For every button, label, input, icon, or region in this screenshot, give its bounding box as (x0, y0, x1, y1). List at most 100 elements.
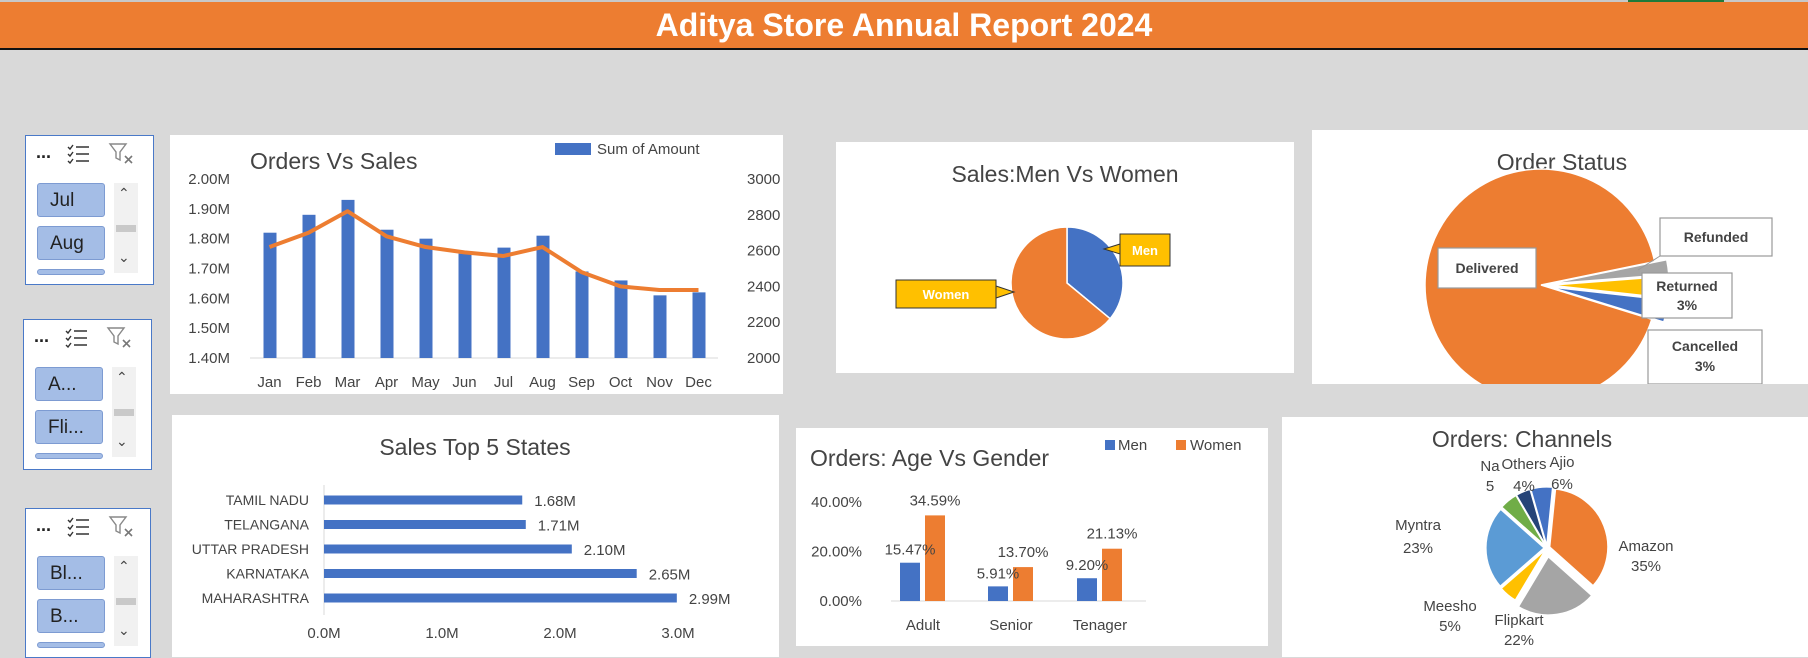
y2-tick-label: 3000 (747, 171, 780, 188)
y-tick-label: 2.00M (188, 171, 230, 188)
legend-swatch (1176, 440, 1186, 450)
data-label: 5% (1439, 618, 1461, 635)
data-label: 2.10M (584, 542, 626, 559)
x-tick-label: 0.0M (307, 625, 340, 642)
slicer-channel[interactable]: ... A... Fli... ⌃ ⌄ (23, 319, 152, 470)
category-label: UTTAR PRADESH (192, 541, 309, 557)
bar (692, 292, 706, 358)
x-tick-label: Feb (296, 374, 322, 391)
bar (324, 544, 572, 554)
chevron-up-icon[interactable]: ⌃ (118, 185, 130, 202)
chart-top5-states[interactable]: Sales Top 5 States TAMIL NADU 1.68M TELANGA… (172, 415, 779, 657)
multiselect-icon[interactable] (66, 142, 92, 164)
multiselect-icon[interactable] (66, 515, 92, 537)
bar (988, 586, 1008, 601)
chart-order-status[interactable]: Order Status Delivered Refunded Returned 3% C… (1312, 130, 1808, 384)
chart-age-vs-gender[interactable]: Orders: Age Vs Gender Men Women 0.00% 20.00%… (796, 428, 1268, 646)
y-tick-label: 1.60M (188, 290, 230, 307)
chevron-up-icon[interactable]: ⌃ (118, 558, 130, 575)
y-tick-label: 1.40M (188, 350, 230, 367)
y-tick-label: 40.00% (811, 494, 862, 511)
slicer-category[interactable]: ... Bl... B... ⌃ ⌄ (25, 508, 151, 658)
data-label: 21.13% (1087, 526, 1138, 543)
y-tick-label: 1.90M (188, 201, 230, 218)
x-tick-label: Tenager (1073, 617, 1127, 634)
data-label: Myntra (1395, 517, 1442, 534)
chart-channels[interactable]: Orders: Channels Amazon 35% Flipkart 22% Mees… (1282, 417, 1808, 657)
category-label: MAHARASHTRA (202, 590, 310, 606)
clear-filter-icon[interactable] (108, 515, 136, 539)
x-tick-label: Jan (257, 374, 281, 391)
data-label: 2.99M (689, 591, 731, 608)
slicer-month[interactable]: ... Jul Aug ⌃ ⌄ (25, 135, 154, 285)
category-label: KARNATAKA (226, 566, 309, 582)
chart-title: Orders: Channels (1432, 426, 1612, 452)
multiselect-icon[interactable] (64, 326, 90, 348)
x-tick-label: Jul (494, 374, 513, 391)
report-banner: Aditya Store Annual Report 2024 (0, 2, 1808, 50)
data-label: 15.47% (885, 542, 936, 559)
data-label: Refunded (1684, 229, 1749, 245)
bar (324, 593, 677, 603)
x-tick-label: 2.0M (543, 625, 576, 642)
scroll-thumb[interactable] (114, 409, 134, 416)
x-tick-label: Apr (375, 374, 398, 391)
data-label: Flipkart (1494, 612, 1544, 629)
y-tick-label: 0.00% (819, 593, 862, 610)
slicer-item-partial[interactable] (37, 642, 105, 648)
data-label: Na (1480, 458, 1500, 475)
x-tick-label: 3.0M (661, 625, 694, 642)
data-label: 35% (1631, 558, 1661, 575)
x-tick-label: Dec (685, 374, 712, 391)
slicer-item[interactable]: Fli... (35, 410, 103, 444)
slicer-header: ... (34, 326, 50, 346)
slicer-scrollbar[interactable]: ⌃ ⌄ (112, 367, 136, 457)
legend-swatch (555, 143, 591, 155)
chevron-down-icon[interactable]: ⌄ (118, 622, 130, 639)
data-label: Ajio (1549, 454, 1574, 471)
slicer-item[interactable]: B... (37, 599, 105, 633)
bar (575, 271, 589, 358)
category-label: TELANGANA (224, 517, 309, 533)
bar (458, 253, 472, 358)
chevron-up-icon[interactable]: ⌃ (116, 369, 128, 386)
y-tick-label: 20.00% (811, 544, 862, 561)
chevron-down-icon[interactable]: ⌄ (118, 249, 130, 266)
clear-filter-icon[interactable] (108, 142, 136, 166)
slicer-item[interactable]: Jul (37, 183, 105, 217)
slicer-item[interactable]: Bl... (37, 556, 105, 590)
slicer-item-partial[interactable] (37, 269, 105, 275)
slicer-scrollbar[interactable]: ⌃ ⌄ (114, 183, 138, 273)
y2-tick-label: 2400 (747, 278, 780, 295)
chevron-down-icon[interactable]: ⌄ (116, 433, 128, 450)
data-label: 9.20% (1066, 557, 1109, 574)
scroll-thumb[interactable] (116, 225, 136, 232)
clear-filter-icon[interactable] (106, 326, 134, 350)
data-label: 6% (1551, 476, 1573, 493)
slicer-header: ... (36, 515, 52, 535)
legend-label: Sum of Amount (597, 141, 700, 158)
data-label: Cancelled (1672, 338, 1738, 354)
x-tick-label: Nov (646, 374, 673, 391)
x-tick-label: Mar (335, 374, 361, 391)
legend-swatch (1105, 440, 1115, 450)
x-tick-label: Oct (609, 374, 633, 391)
slicer-item-partial[interactable] (35, 453, 103, 459)
data-label: 23% (1403, 540, 1433, 557)
chart-title: Orders Vs Sales (250, 148, 417, 174)
scroll-thumb[interactable] (116, 598, 136, 605)
y-tick-label: 1.50M (188, 320, 230, 337)
bar (341, 199, 355, 358)
data-label: 1.71M (538, 518, 580, 535)
slicer-item[interactable]: A... (35, 367, 103, 401)
data-label: Women (923, 287, 970, 302)
chart-sales-men-women[interactable]: Sales:Men Vs Women Men Women (836, 142, 1294, 373)
report-title: Aditya Store Annual Report 2024 (655, 6, 1153, 43)
chart-orders-vs-sales[interactable]: Orders Vs Sales Sum of Amount 1.40M 1.50M 1.… (170, 135, 783, 394)
data-label: Meesho (1423, 598, 1476, 615)
data-label: 5 (1486, 478, 1494, 495)
slicer-item[interactable]: Aug (37, 226, 105, 260)
bar (497, 247, 511, 358)
chart-title: Orders: Age Vs Gender (810, 445, 1049, 471)
slicer-scrollbar[interactable]: ⌃ ⌄ (114, 556, 138, 646)
